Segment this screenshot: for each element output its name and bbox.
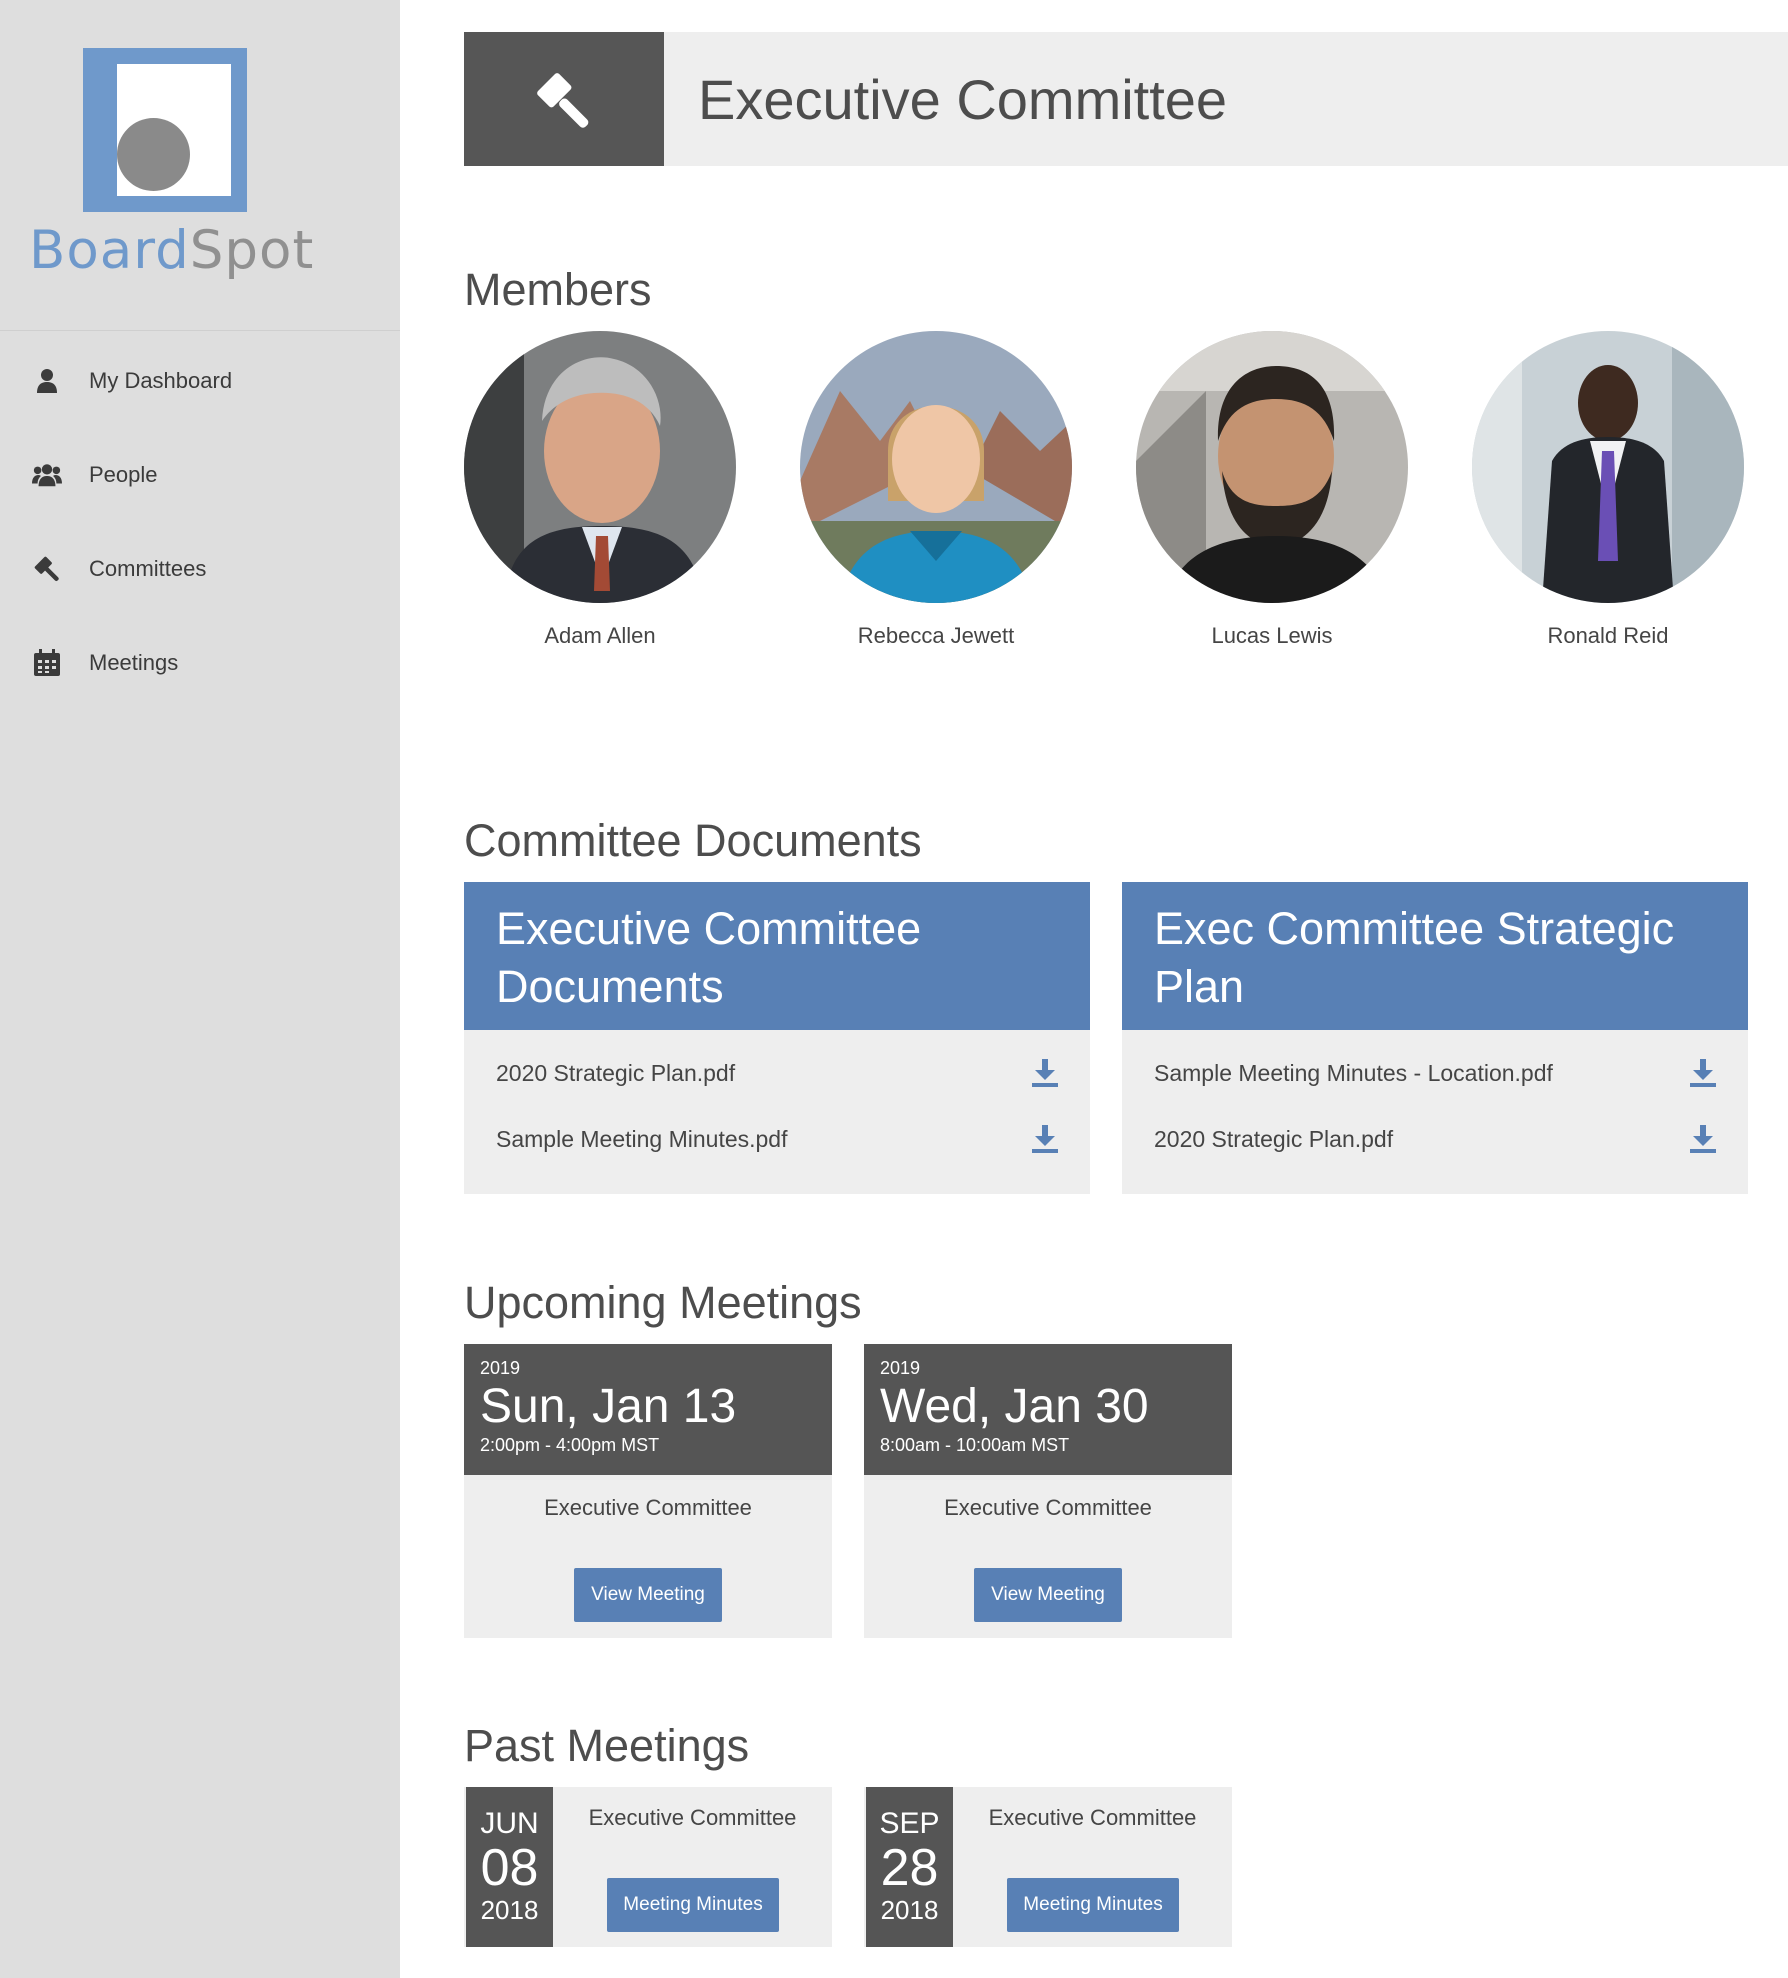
document-item[interactable]: Sample Meeting Minutes.pdf — [464, 1106, 1090, 1172]
sidebar-item-people[interactable]: People — [0, 428, 400, 522]
sidebar-item-label: Meetings — [89, 650, 179, 675]
logo-wordmark: BoardSpot — [29, 220, 315, 281]
past-heading: Past Meetings — [464, 1720, 750, 1771]
document-item[interactable]: 2020 Strategic Plan.pdf — [1122, 1106, 1748, 1172]
document-group: Executive Committee Documents 2020 Strat… — [464, 882, 1090, 1194]
download-icon[interactable] — [1030, 1058, 1060, 1088]
documents-heading: Committee Documents — [464, 815, 922, 866]
sidebar-item-label: My Dashboard — [89, 368, 233, 393]
member-name[interactable]: Rebecca Jewett — [800, 623, 1072, 649]
gavel-icon — [464, 32, 664, 166]
sidebar: BoardSpot My Dashboard People Committees — [0, 0, 400, 1978]
document-name[interactable]: 2020 Strategic Plan.pdf — [496, 1060, 735, 1087]
document-group-title[interactable]: Exec Committee Strategic Plan — [1122, 882, 1748, 1030]
view-meeting-button[interactable]: View Meeting — [574, 1568, 722, 1622]
sidebar-nav: My Dashboard People Committees Meetings — [0, 334, 400, 710]
gavel-icon — [32, 554, 62, 584]
meeting-month: SEP — [879, 1807, 940, 1840]
avatar[interactable] — [464, 331, 736, 603]
document-group: Exec Committee Strategic Plan Sample Mee… — [1122, 882, 1748, 1194]
sidebar-item-committees[interactable]: Committees — [0, 522, 400, 616]
document-item[interactable]: 2020 Strategic Plan.pdf — [464, 1040, 1090, 1106]
meeting-year: 2019 — [880, 1358, 921, 1378]
meeting-day: 08 — [480, 1839, 539, 1897]
download-icon[interactable] — [1688, 1058, 1718, 1088]
meeting-year: 2018 — [880, 1895, 939, 1925]
sidebar-item-label: People — [89, 462, 158, 487]
member-card[interactable]: Ronald Reid — [1472, 331, 1744, 649]
document-name[interactable]: 2020 Strategic Plan.pdf — [1154, 1126, 1393, 1153]
meeting-minutes-button[interactable]: Meeting Minutes — [607, 1878, 779, 1932]
meeting-time: 2:00pm - 4:00pm MST — [480, 1435, 660, 1455]
member-name[interactable]: Adam Allen — [464, 623, 736, 649]
avatar[interactable] — [800, 331, 1072, 603]
members-heading: Members — [464, 264, 652, 315]
download-icon[interactable] — [1030, 1124, 1060, 1154]
meeting-date: Sun, Jan 13 — [480, 1380, 737, 1433]
upcoming-meeting-card: 2019 Sun, Jan 13 2:00pm - 4:00pm MST Exe… — [464, 1344, 832, 1638]
meeting-name: Executive Committee — [544, 1495, 752, 1520]
users-icon — [32, 460, 62, 490]
past-meeting-card: SEP 28 2018 Executive Committee Meeting … — [864, 1787, 1232, 1947]
meeting-month: JUN — [480, 1807, 539, 1840]
meeting-date-block: 2019 Wed, Jan 30 8:00am - 10:00am MST — [864, 1344, 1232, 1475]
meeting-year: 2018 — [480, 1895, 539, 1925]
avatar[interactable] — [1136, 331, 1408, 603]
meeting-date-block: JUN 08 2018 — [466, 1787, 553, 1947]
meeting-name: Executive Committee — [588, 1805, 797, 1830]
document-group-title[interactable]: Executive Committee Documents — [464, 882, 1090, 1030]
logo-mark — [83, 48, 247, 212]
member-card[interactable]: Rebecca Jewett — [800, 331, 1072, 649]
past-meeting-card: JUN 08 2018 Executive Committee Meeting … — [464, 1787, 832, 1947]
meeting-year: 2019 — [480, 1358, 521, 1378]
member-card[interactable]: Adam Allen — [464, 331, 736, 649]
page-title: Executive Committee — [698, 67, 1228, 131]
download-icon[interactable] — [1688, 1124, 1718, 1154]
upcoming-meeting-card: 2019 Wed, Jan 30 8:00am - 10:00am MST Ex… — [864, 1344, 1232, 1638]
meeting-time: 8:00am - 10:00am MST — [880, 1435, 1070, 1455]
meeting-date: Wed, Jan 30 — [880, 1380, 1149, 1433]
avatar[interactable] — [1472, 331, 1744, 603]
page-header: Executive Committee — [464, 32, 1788, 166]
member-card[interactable]: Lucas Lewis — [1136, 331, 1408, 649]
sidebar-item-my-dashboard[interactable]: My Dashboard — [0, 334, 400, 428]
upcoming-heading: Upcoming Meetings — [464, 1277, 862, 1328]
view-meeting-button[interactable]: View Meeting — [974, 1568, 1122, 1622]
sidebar-item-label: Committees — [89, 556, 207, 581]
calendar-icon — [32, 648, 62, 678]
meeting-minutes-button[interactable]: Meeting Minutes — [1007, 1878, 1179, 1932]
document-name[interactable]: Sample Meeting Minutes.pdf — [496, 1126, 788, 1153]
meeting-name: Executive Committee — [988, 1805, 1197, 1830]
meeting-day: 28 — [880, 1839, 939, 1897]
meeting-date-block: SEP 28 2018 — [866, 1787, 953, 1947]
logo[interactable]: BoardSpot — [0, 0, 400, 331]
document-item[interactable]: Sample Meeting Minutes - Location.pdf — [1122, 1040, 1748, 1106]
user-icon — [32, 366, 62, 396]
sidebar-item-meetings[interactable]: Meetings — [0, 616, 400, 710]
meeting-date-block: 2019 Sun, Jan 13 2:00pm - 4:00pm MST — [464, 1344, 832, 1475]
member-name[interactable]: Lucas Lewis — [1136, 623, 1408, 649]
member-name[interactable]: Ronald Reid — [1472, 623, 1744, 649]
members-list: Adam Allen Rebecca Jewett Lucas Lewis Ro… — [464, 331, 1788, 661]
meeting-name: Executive Committee — [944, 1495, 1152, 1520]
document-name[interactable]: Sample Meeting Minutes - Location.pdf — [1154, 1060, 1553, 1087]
